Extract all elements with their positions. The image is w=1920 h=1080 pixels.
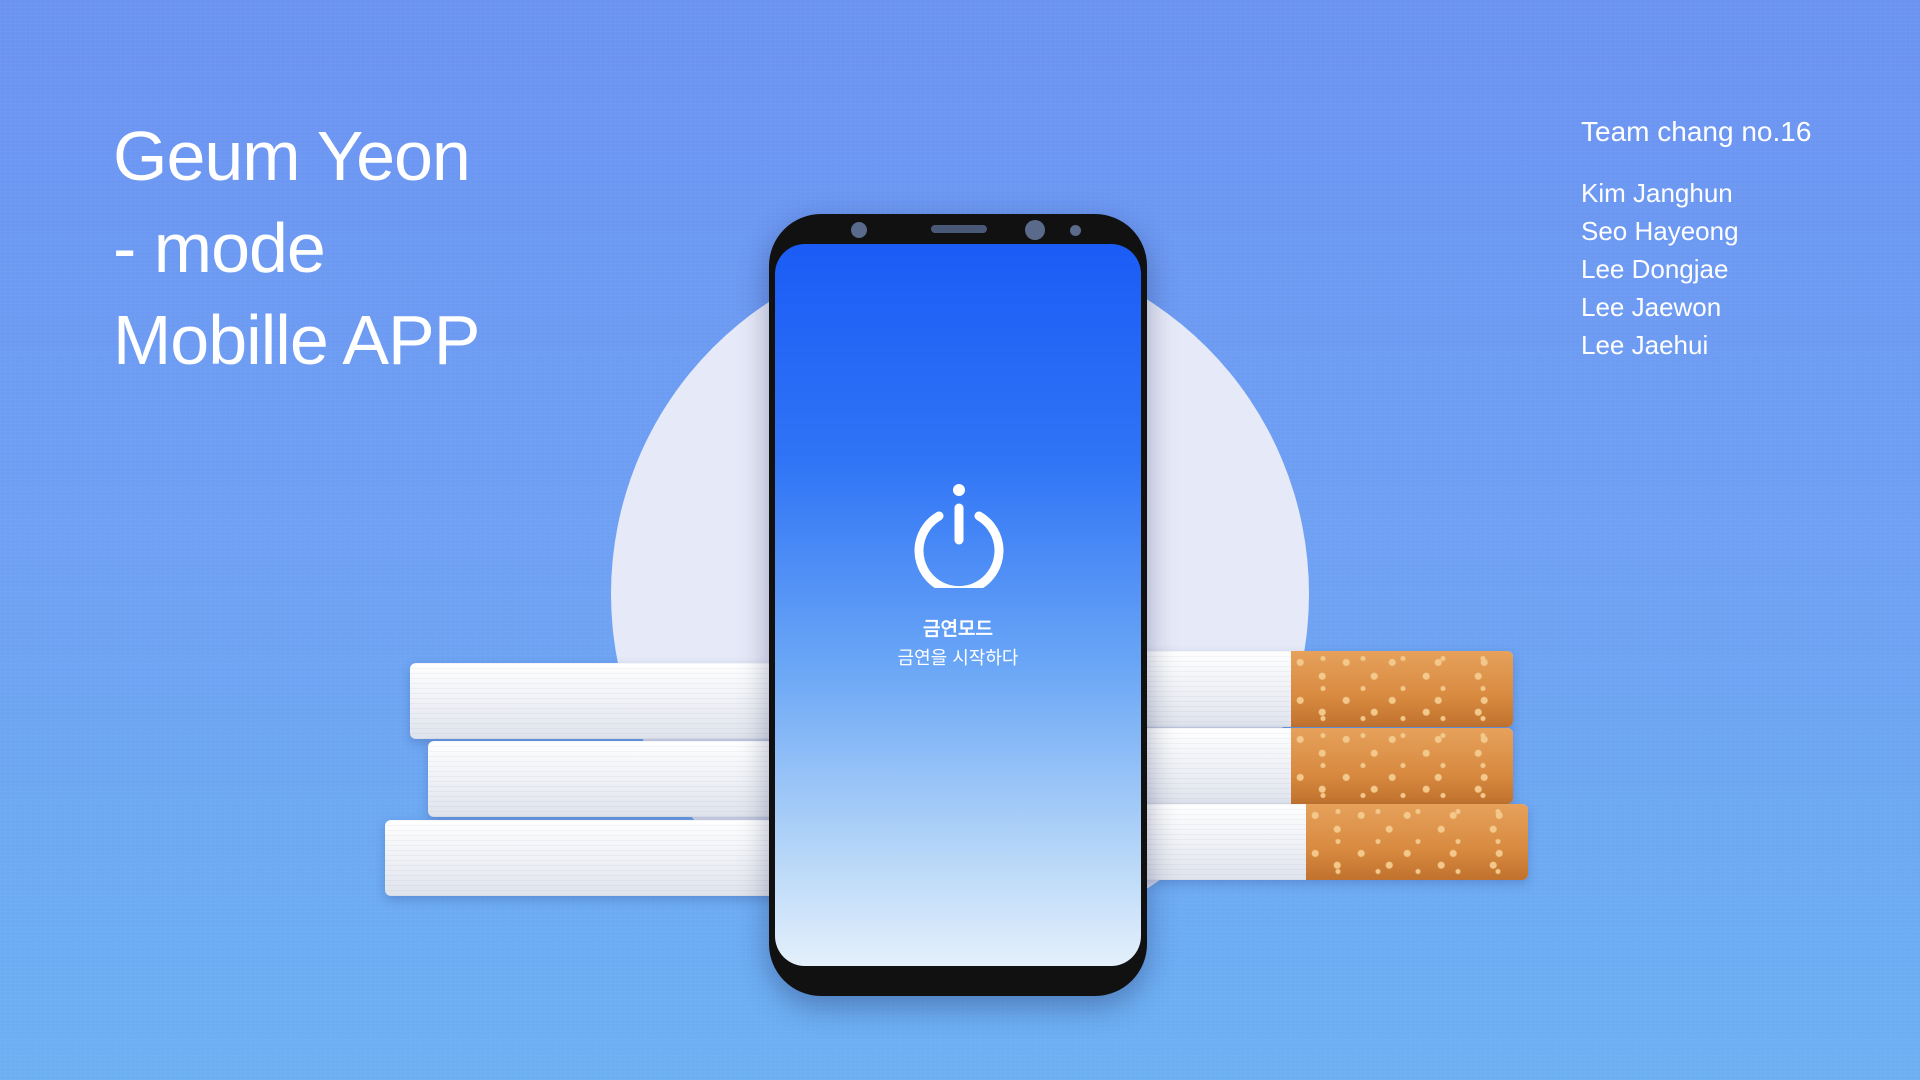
team-member: Kim Janghun <box>1581 178 1733 208</box>
team-member: Lee Dongjae <box>1581 254 1729 284</box>
cigarette-filter <box>1291 651 1513 727</box>
cigarette-filter <box>1306 804 1528 880</box>
proximity-sensor <box>1070 225 1081 236</box>
phone-speaker <box>931 225 987 233</box>
team-title: Team chang no.16 <box>1581 116 1812 147</box>
app-tagline: 금연을 시작하다 <box>897 648 1019 668</box>
cigarette-piece-left-middle <box>428 737 856 821</box>
title-line-2: - mode <box>113 209 326 287</box>
cigarette-filter <box>1291 728 1513 804</box>
team-member: Seo Hayeong <box>1581 216 1739 246</box>
team-info: Team chang no.16 Kim Janghun Seo Hayeong… <box>1581 116 1811 364</box>
title-line-1: Geum Yeon <box>113 117 471 195</box>
app-name: 금연모드 <box>923 619 993 640</box>
team-member: Lee Jaewon <box>1581 292 1722 322</box>
presentation-title: Geum Yeon - mode Mobille APP <box>113 110 480 386</box>
title-line-3: Mobille APP <box>113 301 480 379</box>
team-member: Lee Jaehui <box>1581 330 1709 360</box>
front-sensor <box>1025 220 1045 240</box>
cigarette-piece-right-bottom <box>1058 800 1528 884</box>
power-icon[interactable] <box>909 478 1009 588</box>
cigarette-piece-right-top <box>1080 647 1513 731</box>
smartphone-mockup: 금연모드 금연을 시작하다 <box>769 214 1147 996</box>
phone-top-bar <box>769 214 1147 244</box>
app-splash-screen: 금연모드 금연을 시작하다 <box>775 244 1141 966</box>
front-camera <box>851 222 867 238</box>
